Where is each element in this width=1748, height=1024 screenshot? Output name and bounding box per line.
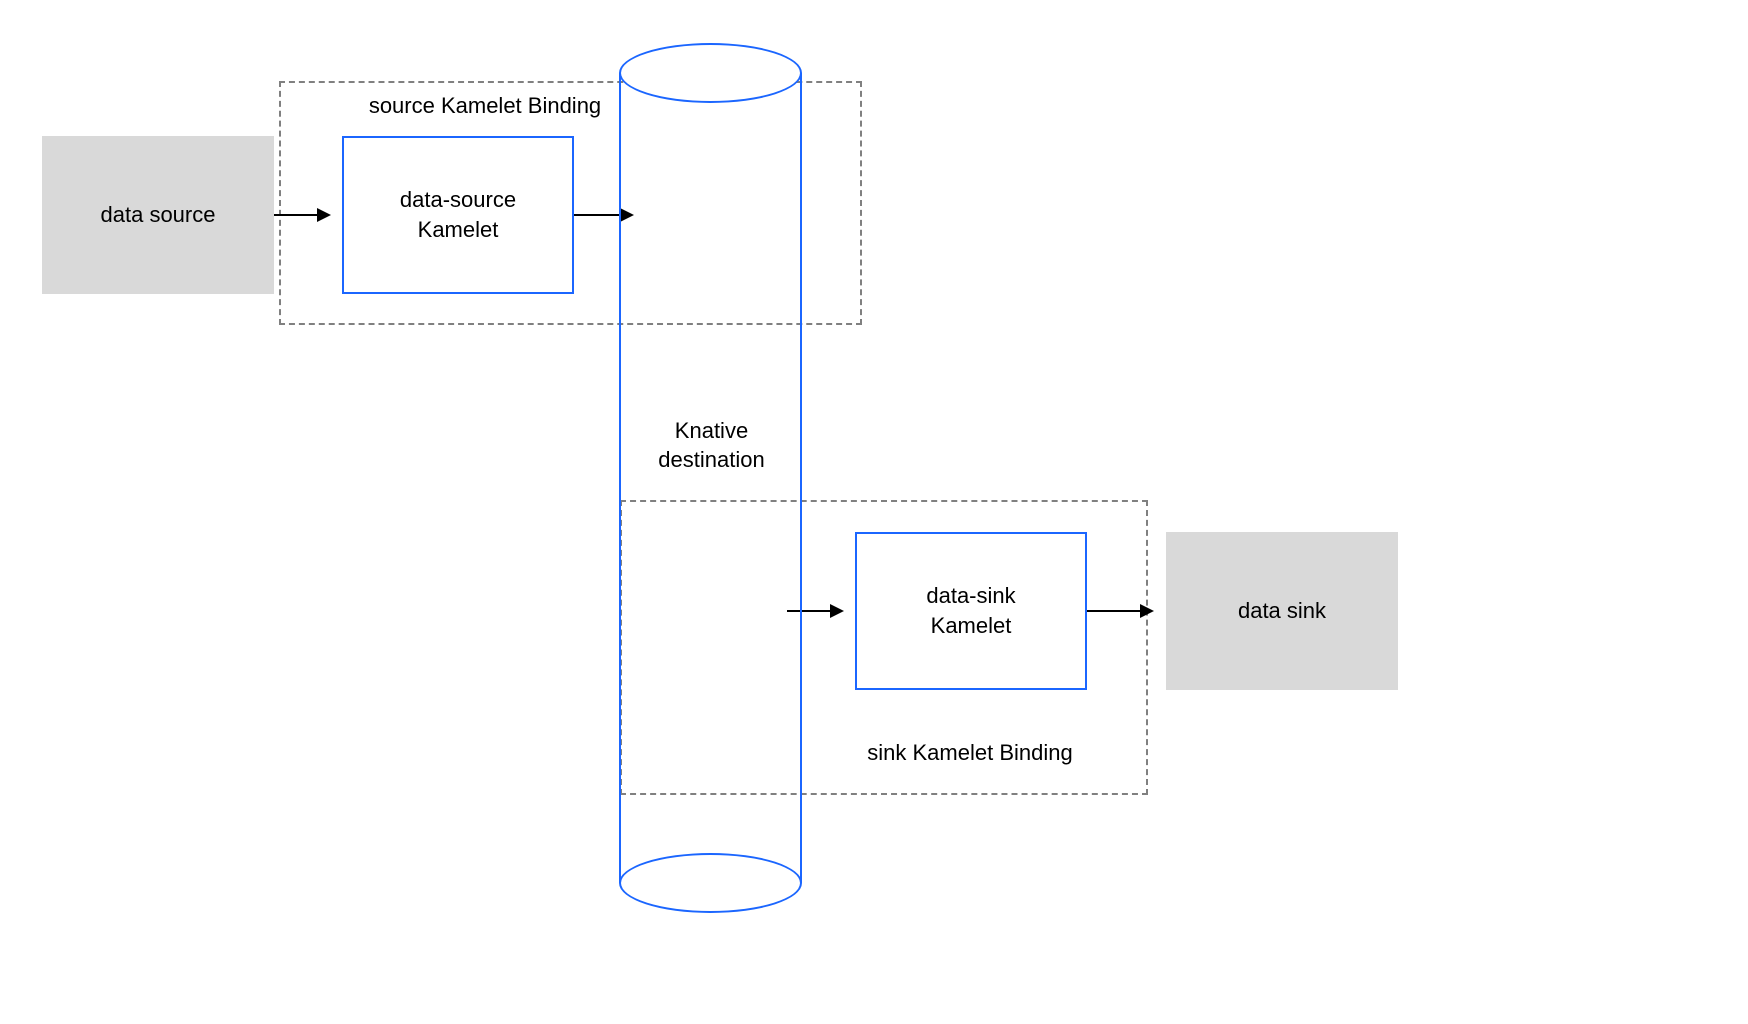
data-sink-label: data sink: [1238, 596, 1326, 626]
knative-destination-cylinder: [619, 43, 802, 913]
arrow-source-to-kamelet: [274, 214, 329, 216]
kamelet-binding-diagram: data source data-source Kamelet data-sin…: [0, 0, 1748, 1024]
data-sink-kamelet-box: data-sink Kamelet: [855, 532, 1087, 690]
source-binding-label: source Kamelet Binding: [355, 93, 615, 119]
data-source-box: data source: [42, 136, 274, 294]
data-source-kamelet-box: data-source Kamelet: [342, 136, 574, 294]
data-source-kamelet-label: data-source Kamelet: [400, 185, 516, 244]
data-source-label: data source: [101, 200, 216, 230]
data-sink-box: data sink: [1166, 532, 1398, 690]
arrow-sink-kamelet-to-sink: [1087, 610, 1152, 612]
sink-binding-label: sink Kamelet Binding: [840, 740, 1100, 766]
data-sink-kamelet-label: data-sink Kamelet: [926, 581, 1015, 640]
